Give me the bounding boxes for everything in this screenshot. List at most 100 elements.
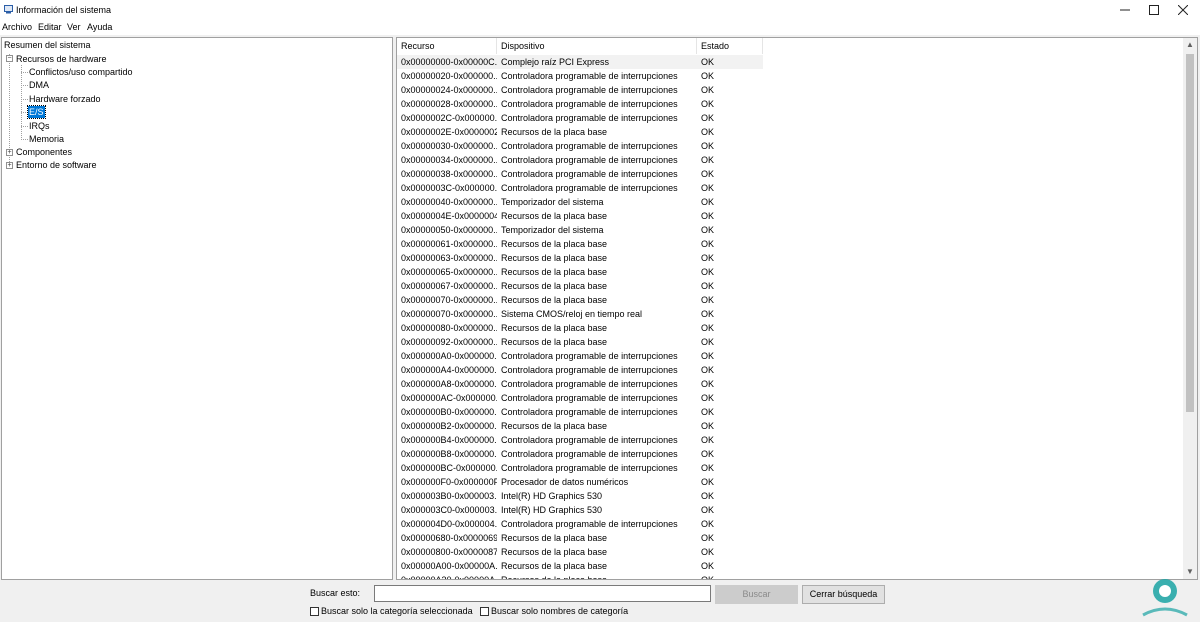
cell-resource: 0x00000A00-0x00000A...: [401, 561, 497, 571]
table-row[interactable]: 0x00000A00-0x00000A... Recursos de la pla…: [397, 559, 1183, 573]
menu-archivo[interactable]: Archivo: [2, 22, 32, 32]
cell-device: Temporizador del sistema: [501, 197, 604, 207]
close-search-button[interactable]: Cerrar búsqueda: [802, 585, 885, 604]
cell-resource: 0x00000070-0x000000...: [401, 309, 497, 319]
table-row[interactable]: 0x0000003C-0x000000... Controladora progr…: [397, 181, 1183, 195]
cell-resource: 0x000000B4-0x000000...: [401, 435, 497, 445]
cell-device: Controladora programable de interrupcion…: [501, 155, 678, 165]
search-button[interactable]: Buscar: [715, 585, 798, 604]
table-row[interactable]: 0x00000070-0x000000... Sistema CMOS/reloj…: [397, 307, 1183, 321]
table-row[interactable]: 0x00000020-0x000000... Controladora progr…: [397, 69, 1183, 83]
table-row[interactable]: 0x000000A0-0x000000... Controladora progr…: [397, 349, 1183, 363]
table-row[interactable]: 0x000003B0-0x000003... Intel(R) HD Graphi…: [397, 489, 1183, 503]
maximize-icon[interactable]: [1138, 0, 1170, 20]
scroll-up-icon[interactable]: ▲: [1183, 38, 1197, 52]
cell-status: OK: [701, 85, 715, 95]
close-icon[interactable]: [1167, 0, 1199, 20]
table-row[interactable]: 0x000000BC-0x000000... Controladora progr…: [397, 461, 1183, 475]
table-row[interactable]: 0x00000028-0x000000... Controladora progr…: [397, 97, 1183, 111]
column-header-resource[interactable]: Recurso: [397, 38, 497, 54]
category-tree[interactable]: Resumen del sistema − Recursos de hardwa…: [1, 37, 393, 580]
cell-status: OK: [701, 211, 715, 221]
tree-item-irqs[interactable]: IRQs: [29, 120, 50, 132]
table-row[interactable]: 0x00000024-0x000000... Controladora progr…: [397, 83, 1183, 97]
tree-item-memory[interactable]: Memoria: [29, 133, 64, 145]
table-row[interactable]: 0x000000A8-0x000000... Controladora progr…: [397, 377, 1183, 391]
table-row[interactable]: 0x00000065-0x000000... Recursos de la pla…: [397, 265, 1183, 279]
collapse-icon[interactable]: −: [6, 55, 13, 62]
menu-bar: Archivo Editar Ver Ayuda: [0, 20, 1200, 35]
cell-status: OK: [701, 519, 715, 529]
vertical-scrollbar[interactable]: ▲ ▼: [1183, 38, 1197, 579]
cell-status: OK: [701, 379, 715, 389]
table-row[interactable]: 0x0000002E-0x0000002F Recursos de la plac…: [397, 125, 1183, 139]
cell-resource: 0x000000B8-0x000000...: [401, 449, 497, 459]
table-row[interactable]: 0x00000067-0x000000... Recursos de la pla…: [397, 279, 1183, 293]
tree-item-conflicts[interactable]: Conflictos/uso compartido: [29, 66, 133, 78]
table-row[interactable]: 0x000000F0-0x000000F0 Procesador de datos…: [397, 475, 1183, 489]
checkbox-category-names[interactable]: [480, 606, 489, 616]
table-row[interactable]: 0x00000070-0x000000... Recursos de la pla…: [397, 293, 1183, 307]
resource-list[interactable]: Recurso Dispositivo Estado 0x00000000-0x…: [396, 37, 1198, 580]
table-row[interactable]: 0x00000092-0x000000... Recursos de la pla…: [397, 335, 1183, 349]
tree-item-components[interactable]: Componentes: [16, 146, 72, 158]
tree-item-forced-hardware[interactable]: Hardware forzado: [29, 93, 101, 105]
table-row[interactable]: 0x00000061-0x000000... Recursos de la pla…: [397, 237, 1183, 251]
window-title: Información del sistema: [16, 5, 112, 15]
table-row[interactable]: 0x00000800-0x0000087F Recursos de la plac…: [397, 545, 1183, 559]
cell-resource: 0x000000A0-0x000000...: [401, 351, 497, 361]
checkbox-label: Buscar solo nombres de categoría: [491, 606, 629, 616]
menu-ayuda[interactable]: Ayuda: [87, 22, 112, 32]
table-row[interactable]: 0x000004D0-0x000004... Controladora progr…: [397, 517, 1183, 531]
cell-device: Recursos de la placa base: [501, 533, 608, 543]
table-row[interactable]: 0x00000000-0x00000C... Complejo raíz PCI …: [397, 55, 1183, 69]
table-row[interactable]: 0x000000A4-0x000000... Controladora progr…: [397, 363, 1183, 377]
tree-item-hardware-resources[interactable]: Recursos de hardware: [16, 53, 107, 65]
menu-editar[interactable]: Editar: [38, 22, 62, 32]
cell-status: OK: [701, 113, 715, 123]
table-row[interactable]: 0x00000080-0x000000... Recursos de la pla…: [397, 321, 1183, 335]
minimize-icon[interactable]: [1109, 0, 1141, 20]
table-row[interactable]: 0x000003C0-0x000003... Intel(R) HD Graphi…: [397, 503, 1183, 517]
table-row[interactable]: 0x00000040-0x000000... Temporizador del s…: [397, 195, 1183, 209]
column-header-status[interactable]: Estado: [697, 38, 763, 54]
table-row[interactable]: 0x00000038-0x000000... Controladora progr…: [397, 167, 1183, 181]
cell-device: Recursos de la placa base: [501, 547, 608, 557]
expand-icon[interactable]: +: [6, 162, 13, 169]
cell-status: OK: [701, 337, 715, 347]
table-row[interactable]: 0x000000B4-0x000000... Controladora progr…: [397, 433, 1183, 447]
cell-status: OK: [701, 365, 715, 375]
cell-status: OK: [701, 393, 715, 403]
table-row[interactable]: 0x0000004E-0x0000004F Recursos de la plac…: [397, 209, 1183, 223]
tree-item-dma[interactable]: DMA: [29, 79, 49, 91]
table-row[interactable]: 0x00000034-0x000000... Controladora progr…: [397, 153, 1183, 167]
search-category-names-option[interactable]: Buscar solo nombres de categoría: [480, 606, 628, 616]
table-row[interactable]: 0x000000B2-0x000000... Recursos de la pla…: [397, 419, 1183, 433]
tree-item-software-environment[interactable]: Entorno de software: [16, 159, 97, 171]
cell-device: Controladora programable de interrupcion…: [501, 113, 678, 123]
menu-ver[interactable]: Ver: [67, 22, 81, 32]
tree-item-system-summary[interactable]: Resumen del sistema: [4, 39, 91, 51]
table-row[interactable]: 0x000000B0-0x000000... Controladora progr…: [397, 405, 1183, 419]
cell-device: Controladora programable de interrupcion…: [501, 169, 678, 179]
tree-item-io-selected[interactable]: E/S: [27, 105, 46, 119]
search-input[interactable]: [374, 585, 711, 602]
search-selected-category-option[interactable]: Buscar solo la categoría seleccionada: [310, 606, 473, 616]
cell-device: Controladora programable de interrupcion…: [501, 99, 678, 109]
cell-device: Controladora programable de interrupcion…: [501, 183, 678, 193]
expand-icon[interactable]: +: [6, 149, 13, 156]
column-header-device[interactable]: Dispositivo: [497, 38, 697, 54]
table-row[interactable]: 0x00000680-0x0000069F Recursos de la plac…: [397, 531, 1183, 545]
tree-connector: [21, 99, 28, 100]
table-row[interactable]: 0x00000A30-0x00000A... Recursos de la pla…: [397, 573, 1183, 579]
checkbox-selected-category[interactable]: [310, 606, 319, 616]
table-row[interactable]: 0x00000050-0x000000... Temporizador del s…: [397, 223, 1183, 237]
table-row[interactable]: 0x00000063-0x000000... Recursos de la pla…: [397, 251, 1183, 265]
cell-device: Controladora programable de interrupcion…: [501, 435, 678, 445]
scrollbar-thumb[interactable]: [1186, 54, 1194, 412]
table-row[interactable]: 0x000000AC-0x000000... Controladora progr…: [397, 391, 1183, 405]
list-header: Recurso Dispositivo Estado: [397, 38, 1183, 54]
table-row[interactable]: 0x00000030-0x000000... Controladora progr…: [397, 139, 1183, 153]
table-row[interactable]: 0x000000B8-0x000000... Controladora progr…: [397, 447, 1183, 461]
table-row[interactable]: 0x0000002C-0x000000... Controladora progr…: [397, 111, 1183, 125]
